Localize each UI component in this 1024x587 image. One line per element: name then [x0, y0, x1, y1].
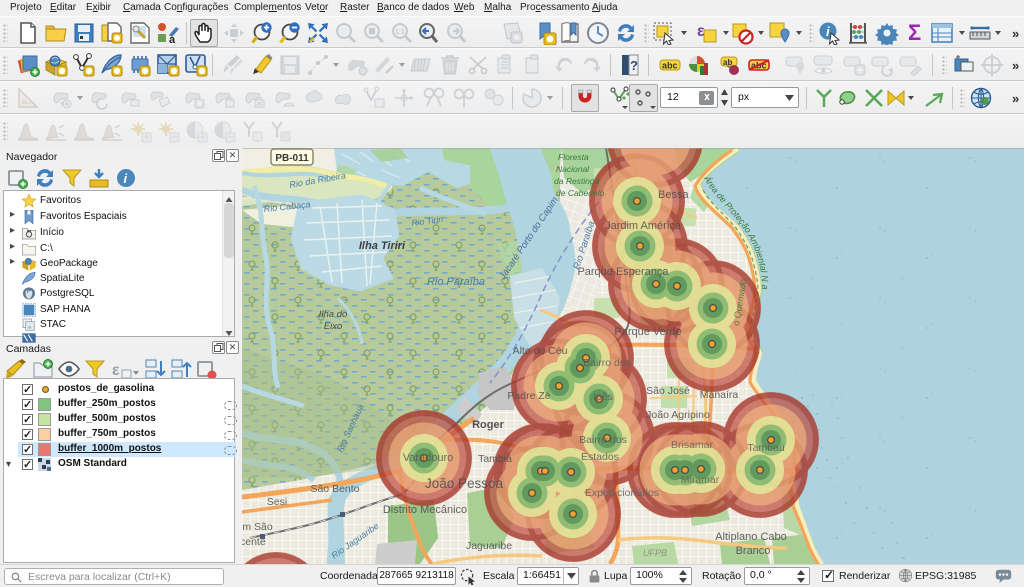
svg-text:Ilha do: Ilha do: [319, 309, 348, 320]
svg-text:São Bento: São Bento: [310, 483, 359, 495]
svg-text:Bairro dos: Bairro dos: [579, 434, 627, 446]
svg-text:i: i: [826, 24, 830, 39]
svg-text:Nacional: Nacional: [556, 164, 590, 174]
svg-text:Altiplano Cabo: Altiplano Cabo: [715, 531, 787, 543]
svg-text:Roger: Roger: [472, 419, 505, 431]
svg-text:Manaíra: Manaíra: [700, 389, 739, 401]
svg-text:ε: ε: [697, 23, 705, 40]
svg-text:Estados: Estados: [581, 451, 619, 463]
svg-text:Tambaú: Tambaú: [747, 442, 785, 454]
svg-text:Jardim América: Jardim América: [605, 220, 682, 232]
svg-text:Ipês: Ipês: [593, 391, 613, 403]
svg-text:Σ: Σ: [908, 20, 921, 44]
svg-text:ab: ab: [723, 58, 732, 67]
svg-text:cente: cente: [242, 536, 266, 548]
svg-text:Alto do Céu: Alto do Céu: [513, 345, 568, 357]
svg-text:?: ?: [630, 58, 638, 73]
svg-text:João Pessoa: João Pessoa: [425, 476, 504, 491]
svg-text:Jaguaribe: Jaguaribe: [466, 540, 512, 552]
svg-text:João Agripino: João Agripino: [646, 409, 710, 421]
svg-text:Ilha Tiriri: Ilha Tiriri: [359, 240, 406, 252]
svg-text:da Restinga: da Restinga: [554, 176, 600, 186]
svg-text:1:1: 1:1: [395, 29, 405, 36]
svg-text:Padre Zé: Padre Zé: [507, 390, 550, 402]
svg-text:Expedicionários: Expedicionários: [585, 487, 659, 499]
svg-text:Bessa: Bessa: [658, 189, 689, 201]
svg-text:Varadouro: Varadouro: [403, 452, 454, 464]
svg-text:Distrito Mecânico: Distrito Mecânico: [383, 504, 467, 516]
svg-text:Sesi: Sesi: [267, 496, 287, 508]
svg-text:Branco: Branco: [736, 545, 771, 557]
svg-text:Parque Esperança: Parque Esperança: [577, 266, 669, 278]
svg-text:São José: São José: [646, 385, 690, 397]
svg-text:Eixo: Eixo: [324, 321, 342, 332]
svg-text:Bairro dos: Bairro dos: [583, 357, 631, 369]
svg-text:Brisamar: Brisamar: [671, 439, 714, 451]
svg-text:UFPB: UFPB: [643, 548, 667, 558]
svg-text:abc: abc: [662, 61, 678, 71]
svg-text:Parque Verde: Parque Verde: [614, 326, 681, 338]
svg-text:ε: ε: [112, 362, 120, 379]
svg-text:Floresta: Floresta: [558, 152, 589, 162]
svg-text:Rio Paraíba: Rio Paraíba: [427, 276, 485, 288]
svg-text:de Cabedelo: de Cabedelo: [556, 188, 604, 198]
svg-text:i: i: [124, 171, 128, 186]
svg-text:PB-011: PB-011: [275, 153, 309, 164]
svg-text:Miramar: Miramar: [681, 474, 720, 486]
svg-text:Tambiá: Tambiá: [478, 453, 512, 465]
svg-text:a: a: [169, 34, 176, 45]
svg-text:im São: im São: [242, 521, 273, 533]
